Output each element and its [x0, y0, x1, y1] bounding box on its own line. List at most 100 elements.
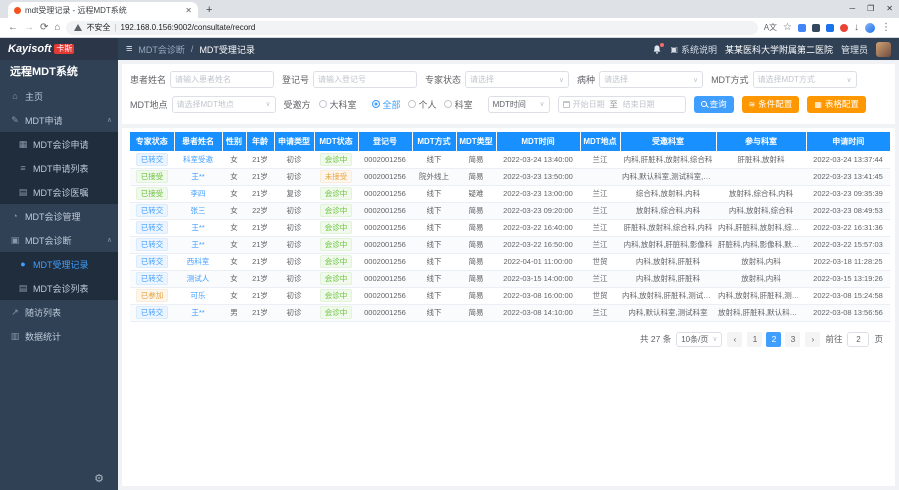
logo-badge: 卡斯 — [54, 44, 74, 54]
table-row[interactable]: 已参加可乐女21岁初诊会诊中0002001256线下简易2022-03-08 1… — [130, 287, 890, 304]
settings-gear-icon[interactable]: ⚙ — [94, 472, 104, 485]
address-bar[interactable]: 不安全 | 192.168.0.156:9002/consultate/reco… — [66, 21, 757, 35]
table-row[interactable]: 已转交王**女21岁初诊会诊中0002001256线下简易2022-03-22 … — [130, 236, 890, 253]
patient-name-link[interactable]: 李四 — [191, 189, 206, 198]
filter-登记号: 登记号请输入登记号 — [282, 71, 417, 88]
table-row[interactable]: 已转交张三女22岁初诊会诊中0002001256线下简易2022-03-23 0… — [130, 202, 890, 219]
table-cell: 2022-03-23 13:41:45 — [806, 168, 890, 185]
table-row[interactable]: 已转交王**女21岁初诊会诊中0002001256线下简易2022-03-22 … — [130, 219, 890, 236]
patient-name-link[interactable]: 西科室 — [187, 257, 210, 266]
bookmark-star-icon[interactable]: ☆ — [783, 23, 792, 33]
system-note-link[interactable]: ▣ 系统说明 — [670, 43, 717, 56]
browser-tab[interactable]: mdt受理记录 - 远程MDT系统 ✕ — [8, 2, 198, 18]
table-cell: 2022-03-15 13:19:26 — [806, 270, 890, 287]
page-button-3[interactable]: 3 — [785, 332, 800, 347]
download-icon[interactable]: ↓ — [854, 23, 859, 33]
table-cell: 简易 — [456, 253, 496, 270]
select-mdt-time[interactable]: MDT时间 ∨ — [488, 96, 550, 113]
sidebar-item-MDT会诊申请[interactable]: ▦MDT会诊申请 — [0, 132, 118, 156]
table-row[interactable]: 已接受王**女21岁初诊未接受0002001256院外线上简易2022-03-2… — [130, 168, 890, 185]
table-cell: 2022-03-22 15:57:03 — [806, 236, 890, 253]
select-病种[interactable]: 请选择∨ — [599, 71, 703, 88]
patient-name-link[interactable]: 王** — [191, 223, 204, 232]
sidebar-item-MDT会诊医嘱[interactable]: ▤MDT会诊医嘱 — [0, 180, 118, 204]
next-page-button[interactable]: › — [805, 332, 820, 347]
sidebar-toggle-icon[interactable]: ≡ — [126, 43, 132, 55]
patient-name-link[interactable]: 王** — [191, 308, 204, 317]
table-cell: 2022-03-23 08:49:53 — [806, 202, 890, 219]
table-cell: 张三 — [174, 202, 222, 219]
prev-page-button[interactable]: ‹ — [727, 332, 742, 347]
input-登记号[interactable]: 请输入登记号 — [313, 71, 417, 88]
sidebar-item-数据统计[interactable]: ▥数据统计 — [0, 324, 118, 348]
patient-name-link[interactable]: 张三 — [191, 206, 206, 215]
sidebar-item-MDT受理记录[interactable]: ●MDT受理记录 — [0, 252, 118, 276]
browser-profile-avatar[interactable] — [865, 23, 875, 33]
chevron-icon: ∧ — [107, 236, 112, 244]
extension-icon-4[interactable] — [840, 24, 848, 32]
table-row[interactable]: 已转交科室受邀女21岁初诊会诊中0002001256线下简易2022-03-24… — [130, 151, 890, 168]
table-cell: 21岁 — [246, 253, 274, 270]
user-avatar[interactable] — [876, 42, 891, 57]
table-config-button[interactable]: ▦ 表格配置 — [807, 96, 866, 113]
table-row[interactable]: 已接受李四女21岁复诊会诊中0002001256线下疑难2022-03-23 1… — [130, 185, 890, 202]
sidebar-item-MDT会诊断[interactable]: ▣MDT会诊断∧ — [0, 228, 118, 252]
patient-name-link[interactable]: 王** — [191, 172, 204, 181]
refresh-icon[interactable]: ⟳ — [40, 23, 48, 33]
select-mdt-location[interactable]: 请选择MDT地点 ∨ — [172, 96, 276, 113]
table-row[interactable]: 已转交西科室女21岁初诊会诊中0002001256线下简易2022-04-01 … — [130, 253, 890, 270]
table-row[interactable]: 已转交王**男21岁初诊会诊中0002001256线下简易2022-03-08 … — [130, 304, 890, 321]
table-row[interactable]: 已转交测试人女21岁初诊会诊中0002001256线下简易2022-03-15 … — [130, 270, 890, 287]
patient-name-link[interactable]: 测试人 — [187, 274, 210, 283]
extension-icon-1[interactable] — [798, 24, 806, 32]
home-icon[interactable]: ⌂ — [54, 23, 60, 33]
sidebar-item-主页[interactable]: ⌂主页 — [0, 84, 118, 108]
breadcrumb-separator: / — [191, 44, 194, 54]
sidebar-item-MDT会诊列表[interactable]: ▤MDT会诊列表 — [0, 276, 118, 300]
table-cell: 2022-03-23 09:35:39 — [806, 185, 890, 202]
radio-科室[interactable]: 科室 — [444, 98, 473, 111]
forward-icon[interactable]: → — [24, 23, 34, 33]
patient-name-link[interactable]: 科室受邀 — [183, 155, 213, 164]
sidebar-item-随访列表[interactable]: ↗随访列表 — [0, 300, 118, 324]
table-cell: 线下 — [412, 304, 456, 321]
select-MDT方式[interactable]: 请选择MDT方式∨ — [753, 71, 857, 88]
radio-个人[interactable]: 个人 — [408, 98, 437, 111]
condition-config-button[interactable]: ≋ 条件配置 — [742, 96, 800, 113]
radio-全部[interactable]: 全部 — [372, 98, 401, 111]
search-button[interactable]: 查询 — [694, 96, 734, 113]
sidebar-item-MDT申请列表[interactable]: ≡MDT申请列表 — [0, 156, 118, 180]
page-button-1[interactable]: 1 — [747, 332, 762, 347]
table-cell: 0002001256 — [358, 253, 412, 270]
page-size-select[interactable]: 10条/页 ∨ — [676, 332, 722, 347]
translate-icon[interactable]: A文 — [764, 24, 777, 32]
close-button[interactable]: ✕ — [886, 4, 893, 13]
back-icon[interactable]: ← — [8, 23, 18, 33]
sidebar-item-MDT申请[interactable]: ✎MDT申请∧ — [0, 108, 118, 132]
column-header: 登记号 — [358, 132, 412, 151]
maximize-button[interactable]: ❐ — [867, 4, 874, 13]
system-title: 远程MDT系统 — [0, 60, 118, 84]
filter-mdt-location: MDT地点 请选择MDT地点 ∨ — [130, 96, 276, 113]
notification-bell-icon[interactable] — [652, 44, 662, 55]
patient-name-link[interactable]: 王** — [191, 240, 204, 249]
date-range-picker[interactable]: 开始日期 至 结束日期 — [558, 96, 686, 113]
tab-title: mdt受理记录 - 远程MDT系统 — [25, 5, 181, 16]
tab-close-icon[interactable]: ✕ — [185, 6, 192, 15]
page-button-2[interactable]: 2 — [766, 332, 781, 347]
more-menu-icon[interactable]: ⋮ — [881, 23, 891, 33]
extension-icon-2[interactable] — [812, 24, 820, 32]
new-tab-button[interactable]: + — [206, 2, 212, 18]
table-cell: 世贸 — [580, 253, 620, 270]
patient-name-link[interactable]: 可乐 — [191, 291, 206, 300]
goto-page-input[interactable]: 2 — [847, 332, 869, 347]
minimize-button[interactable]: ─ — [849, 4, 855, 13]
select-专家状态[interactable]: 请选择∨ — [465, 71, 569, 88]
app-root: Kayisoft 卡斯 远程MDT系统 ⌂主页✎MDT申请∧▦MDT会诊申请≡M… — [0, 38, 899, 490]
table-cell: 内科,放射科,肝脏科,影像科 — [620, 236, 716, 253]
radio-big-department[interactable]: 大科室 — [319, 98, 357, 111]
sidebar-item-MDT会诊管理[interactable]: ◔MDT会诊管理 — [0, 204, 118, 228]
input-患者姓名[interactable]: 请输入患者姓名 — [170, 71, 274, 88]
extension-icon-3[interactable] — [826, 24, 834, 32]
column-header: 专家状态 — [130, 132, 174, 151]
